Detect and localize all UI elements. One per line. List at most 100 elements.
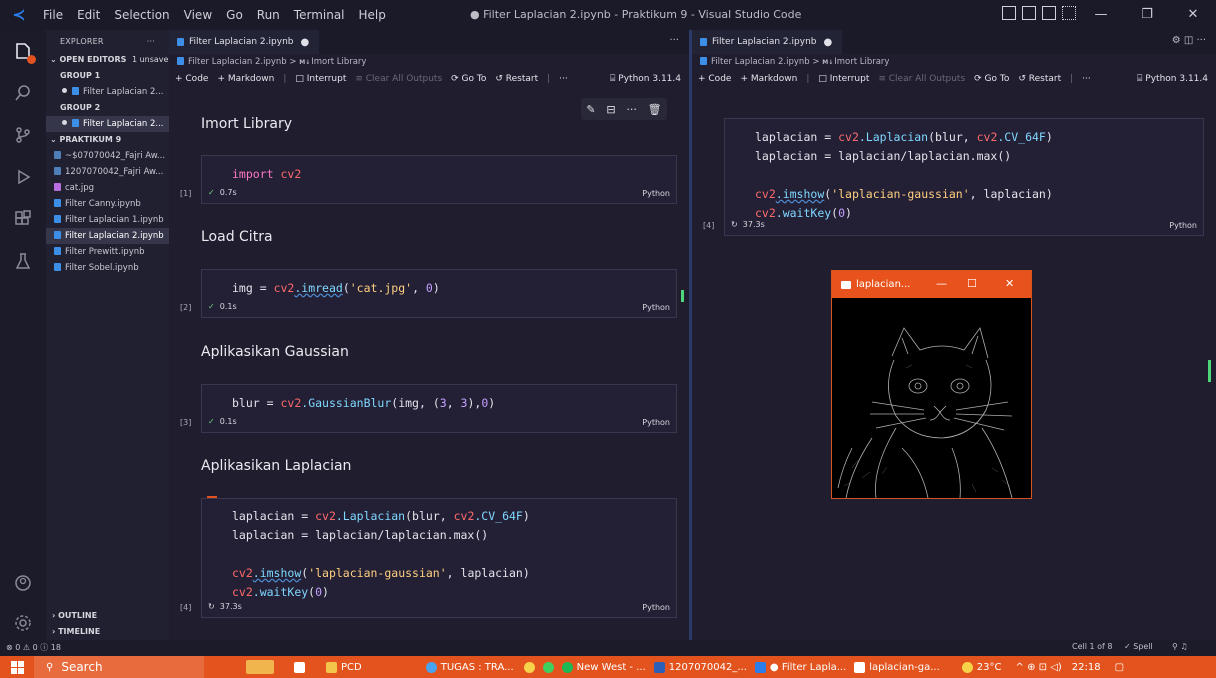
add-markdown-cell-button[interactable]: + Markdown: [217, 74, 274, 84]
testing-icon[interactable]: [0, 240, 46, 282]
run-debug-icon[interactable]: [0, 156, 46, 198]
notifications-icon[interactable]: ▢: [1115, 656, 1124, 678]
menu-go[interactable]: Go: [219, 8, 250, 22]
menu-view[interactable]: View: [177, 8, 219, 22]
minimize-button[interactable]: —: [1078, 0, 1124, 30]
taskbar-chrome-icon[interactable]: [523, 656, 539, 678]
spell-status[interactable]: ✓ Spell: [1124, 642, 1153, 651]
cv-maximize-button[interactable]: ☐: [967, 277, 977, 290]
cell-language[interactable]: Python: [642, 303, 670, 312]
weather-widget[interactable]: 23°C: [961, 656, 1002, 678]
code-line[interactable]: blur = cv2.GaussianBlur(img, (3, 3),0): [202, 385, 676, 413]
open-editors-section[interactable]: ⌄ OPEN EDITORS 1 unsaved: [46, 52, 169, 68]
file-item[interactable]: Filter Laplacian 2.ipynb: [46, 228, 169, 244]
taskbar-search[interactable]: ⚲ Search: [34, 656, 204, 678]
taskbar-cv-window[interactable]: laplacian-ga...: [854, 656, 940, 678]
cell-language[interactable]: Python: [642, 603, 670, 612]
file-item[interactable]: Filter Laplacian 1.ipynb: [46, 212, 169, 228]
add-code-cell-button[interactable]: + Code: [698, 74, 731, 84]
explorer-icon[interactable]: [0, 30, 46, 72]
interrupt-button[interactable]: □ Interrupt: [295, 74, 346, 84]
taskbar-vscode[interactable]: ● Filter Lapla...: [754, 656, 846, 678]
manage-gear-icon[interactable]: [0, 602, 46, 644]
file-item[interactable]: 1207070042_Fajri Aw...: [46, 164, 169, 180]
menu-run[interactable]: Run: [250, 8, 287, 22]
markdown-heading-4[interactable]: Aplikasikan Laplacian: [201, 458, 351, 474]
accounts-icon[interactable]: [0, 562, 46, 604]
taskbar-whatsapp-icon[interactable]: [542, 656, 558, 678]
cv-minimize-button[interactable]: —: [936, 277, 947, 290]
code-block[interactable]: laplacian = cv2.Laplacian(blur, cv2.CV_6…: [725, 119, 1203, 223]
kernel-picker[interactable]: ⌸ Python 3.11.4: [1137, 74, 1208, 84]
breadcrumb-file[interactable]: Filter Laplacian 2.ipynb: [711, 57, 810, 67]
customize-layout-icon[interactable]: [1062, 6, 1076, 20]
search-icon[interactable]: [0, 72, 46, 114]
breadcrumb-file[interactable]: Filter Laplacian 2.ipynb: [188, 57, 287, 67]
markdown-heading-3[interactable]: Aplikasikan Gaussian: [201, 344, 349, 360]
markdown-heading-2[interactable]: Load Citra: [201, 229, 273, 245]
cell-position-status[interactable]: Cell 1 of 8: [1072, 642, 1112, 651]
system-tray[interactable]: ^ ⊕ ⊡ ◁): [1016, 656, 1062, 678]
file-item[interactable]: Filter Sobel.ipynb: [46, 260, 169, 276]
file-item[interactable]: Filter Prewitt.ipynb: [46, 244, 169, 260]
tab-filter-laplacian-2[interactable]: Filter Laplacian 2.ipynb ●: [692, 30, 843, 54]
explorer-more-button[interactable]: ···: [147, 37, 155, 46]
code-block[interactable]: laplacian = cv2.Laplacian(blur, cv2.CV_6…: [202, 499, 676, 602]
file-item[interactable]: Filter Canny.ipynb: [46, 196, 169, 212]
modified-dot-icon[interactable]: ●: [823, 37, 832, 48]
taskbar-chrome-tugas[interactable]: TUGAS : TRA...: [425, 656, 514, 678]
extensions-icon[interactable]: [0, 198, 46, 240]
file-item[interactable]: cat.jpg: [46, 180, 169, 196]
clear-all-outputs-button[interactable]: ≡ Clear All Outputs: [878, 74, 965, 84]
toggle-secondary-sidebar-icon[interactable]: [1042, 6, 1056, 20]
editor-more-actions-button[interactable]: ···: [669, 35, 679, 46]
menu-help[interactable]: Help: [352, 8, 393, 22]
go-to-button[interactable]: ⟳ Go To: [974, 74, 1009, 84]
clock[interactable]: 22:18: [1072, 656, 1101, 678]
go-to-button[interactable]: ⟳ Go To: [451, 74, 486, 84]
add-markdown-cell-button[interactable]: + Markdown: [740, 74, 797, 84]
opencv-imshow-window[interactable]: laplacian... — ☐ ✕: [831, 270, 1032, 499]
kernel-picker[interactable]: ⌸ Python 3.11.4: [610, 74, 681, 84]
tab-filter-laplacian-2[interactable]: Filter Laplacian 2.ipynb ●: [169, 30, 320, 54]
widgets-icon[interactable]: [246, 656, 286, 678]
cell-more-icon[interactable]: ···: [626, 103, 637, 116]
problems-status[interactable]: ⊗ 0 ⚠ 0 ⓘ 18: [6, 642, 61, 653]
start-button[interactable]: [0, 656, 34, 678]
cell-language[interactable]: Python: [642, 418, 670, 427]
code-line[interactable]: import cv2: [202, 156, 676, 184]
code-cell-1[interactable]: import cv2 [1] ✓ 0.7s Python: [180, 155, 677, 204]
open-editor-item-1[interactable]: Filter Laplacian 2...: [46, 84, 169, 100]
breadcrumb-section[interactable]: Imort Library: [834, 57, 889, 67]
editor-scrollbar[interactable]: [681, 290, 684, 302]
menu-terminal[interactable]: Terminal: [287, 8, 352, 22]
open-editor-item-2[interactable]: Filter Laplacian 2...: [46, 116, 169, 132]
source-control-icon[interactable]: [0, 114, 46, 156]
menu-selection[interactable]: Selection: [107, 8, 176, 22]
outline-section[interactable]: › OUTLINE: [46, 608, 169, 624]
markdown-heading-1[interactable]: Imort Library: [201, 116, 292, 132]
add-code-cell-button[interactable]: + Code: [175, 74, 208, 84]
editor-actions[interactable]: ⚙ ◫ ···: [1172, 35, 1206, 46]
taskbar-pcd[interactable]: PCD: [326, 656, 362, 678]
toggle-panel-icon[interactable]: [1022, 6, 1036, 20]
toolbar-more-button[interactable]: ···: [559, 74, 568, 84]
delete-cell-icon[interactable]: 🗑: [648, 103, 662, 116]
clear-all-outputs-button[interactable]: ≡ Clear All Outputs: [355, 74, 442, 84]
file-item[interactable]: ~$07070042_Fajri Aw...: [46, 148, 169, 164]
code-cell-3[interactable]: blur = cv2.GaussianBlur(img, (3, 3),0) […: [180, 384, 677, 433]
timeline-section[interactable]: › TIMELINE: [46, 624, 169, 640]
taskbar-word[interactable]: 1207070042_...: [653, 656, 747, 678]
menu-file[interactable]: File: [36, 8, 70, 22]
modified-dot-icon[interactable]: ●: [300, 37, 309, 48]
close-button[interactable]: ✕: [1170, 0, 1216, 30]
cell-language[interactable]: Python: [642, 189, 670, 198]
mail-app-icon[interactable]: [294, 656, 316, 678]
interrupt-button[interactable]: □ Interrupt: [818, 74, 869, 84]
toolbar-more-button[interactable]: ···: [1082, 74, 1091, 84]
editor-scrollbar[interactable]: [1208, 360, 1211, 382]
breadcrumb-section[interactable]: Imort Library: [311, 57, 366, 67]
cell-language[interactable]: Python: [1169, 221, 1197, 230]
restart-button[interactable]: ↺ Restart: [495, 74, 538, 84]
code-cell-2[interactable]: img = cv2.imread('cat.jpg', 0) [2] ✓ 0.1…: [180, 269, 677, 318]
